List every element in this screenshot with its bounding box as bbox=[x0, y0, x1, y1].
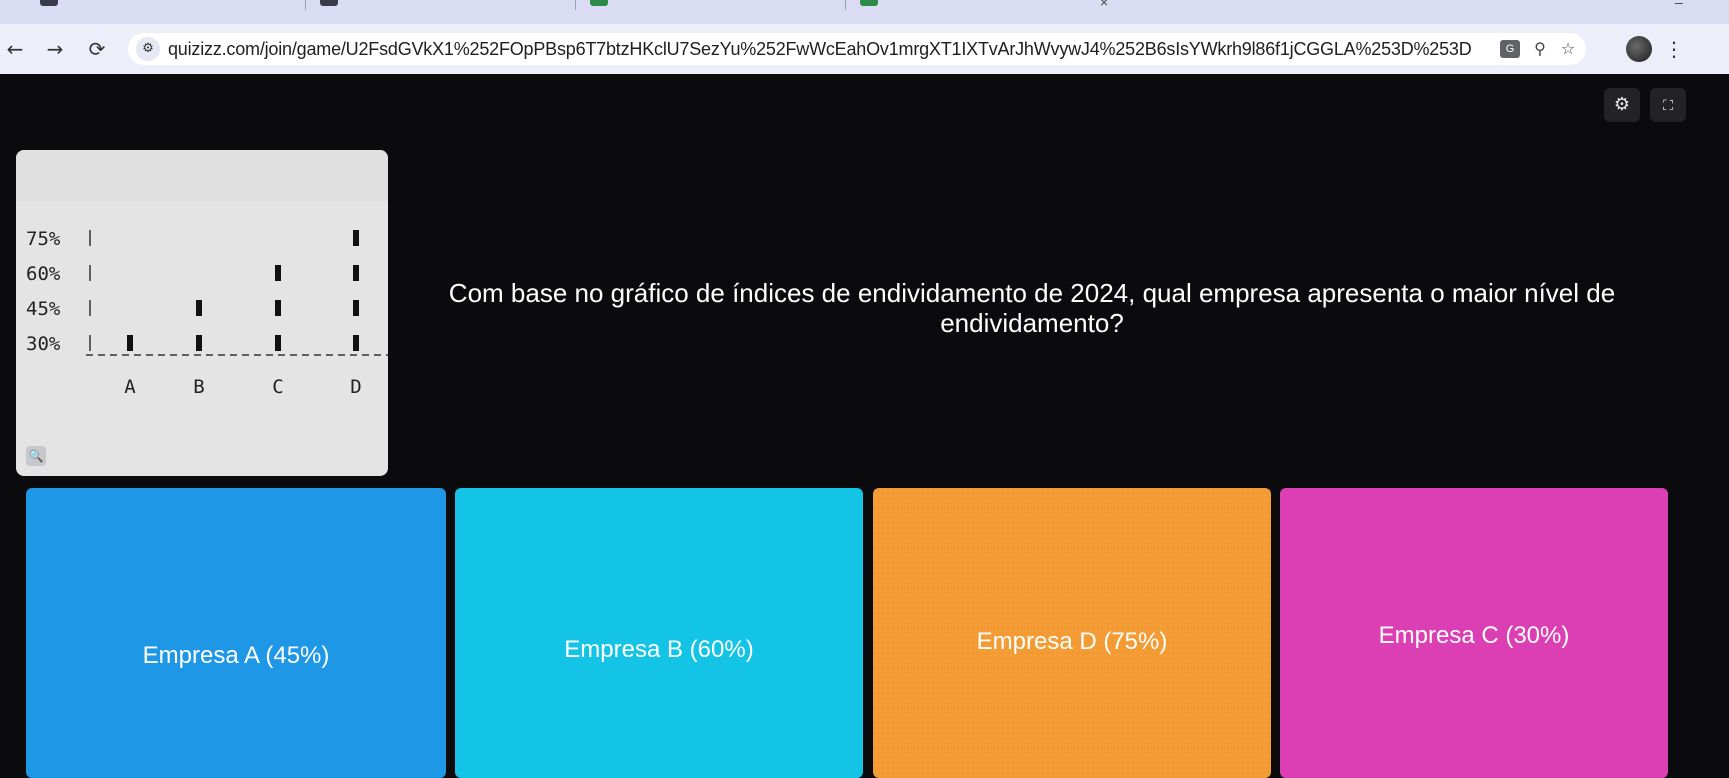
tab-close-icon[interactable]: × bbox=[1100, 0, 1108, 10]
bar-segment bbox=[353, 300, 359, 316]
browser-menu-icon[interactable]: ⋮ bbox=[1664, 36, 1684, 62]
bar-segment bbox=[275, 300, 281, 316]
address-bar[interactable]: ⚙ quizizz.com/join/game/U2FsdGVkX1%252FO… bbox=[128, 33, 1586, 65]
answer-option-b[interactable]: Empresa B (60%) bbox=[455, 488, 863, 778]
bar-segment bbox=[275, 335, 281, 351]
fullscreen-icon: ⛶ bbox=[1663, 98, 1673, 114]
tab-favicon[interactable] bbox=[320, 0, 338, 6]
answer-option-label: Empresa C (30%) bbox=[1378, 622, 1570, 649]
bar-segment bbox=[275, 265, 281, 281]
tab-separator bbox=[575, 0, 576, 10]
x-tick-label: B bbox=[193, 376, 204, 398]
profile-avatar[interactable] bbox=[1626, 36, 1652, 62]
forward-button[interactable]: → bbox=[42, 36, 68, 62]
back-button[interactable]: ← bbox=[2, 36, 28, 62]
settings-button[interactable]: ⚙ bbox=[1604, 88, 1640, 122]
debt-ratio-chart: 75% 60% 45% 30% A B C D bbox=[26, 228, 388, 398]
tab-separator bbox=[305, 0, 306, 10]
window-minimize-icon[interactable]: – bbox=[1675, 0, 1683, 10]
gear-icon: ⚙ bbox=[1613, 94, 1631, 115]
answer-option-c[interactable]: Empresa D (75%) bbox=[873, 488, 1271, 778]
tab-favicon[interactable] bbox=[860, 0, 878, 6]
question-text: Com base no gráfico de índices de endivi… bbox=[448, 278, 1616, 338]
bookmark-star-icon[interactable]: ☆ bbox=[1556, 37, 1580, 61]
answer-option-label: Empresa D (75%) bbox=[976, 628, 1168, 655]
browser-toolbar: ← → ⟳ ⚙ quizizz.com/join/game/U2FsdGVkX1… bbox=[0, 24, 1729, 74]
zoom-icon[interactable]: ⚲ bbox=[1528, 37, 1552, 61]
tab-favicon[interactable] bbox=[40, 0, 58, 6]
translate-icon[interactable]: G bbox=[1500, 40, 1520, 58]
answer-option-d[interactable]: Empresa C (30%) bbox=[1280, 488, 1668, 778]
y-tick-label: 75% bbox=[26, 228, 61, 250]
answer-option-label: Empresa A (45%) bbox=[142, 642, 330, 669]
url-text[interactable]: quizizz.com/join/game/U2FsdGVkX1%252FOpP… bbox=[168, 39, 1472, 60]
bar-segment bbox=[127, 335, 133, 351]
y-tick-label: 45% bbox=[26, 298, 61, 320]
bar-segment bbox=[196, 335, 202, 351]
answer-option-a[interactable]: Empresa A (45%) bbox=[26, 488, 446, 778]
x-tick-label: A bbox=[124, 376, 136, 398]
browser-tab-strip: × – bbox=[0, 0, 1729, 24]
bar-segment bbox=[353, 265, 359, 281]
reload-button[interactable]: ⟳ bbox=[84, 36, 110, 62]
site-info-icon[interactable]: ⚙ bbox=[136, 37, 160, 61]
x-tick-label: C bbox=[272, 376, 283, 398]
tab-separator bbox=[845, 0, 846, 10]
y-tick-label: 30% bbox=[26, 333, 61, 355]
bar-segment bbox=[353, 335, 359, 351]
question-image-card[interactable]: 75% 60% 45% 30% A B C D 🔍 bbox=[16, 150, 388, 476]
y-tick-label: 60% bbox=[26, 263, 61, 285]
fullscreen-button[interactable]: ⛶ bbox=[1650, 88, 1686, 122]
x-tick-label: D bbox=[350, 376, 361, 398]
bar-segment bbox=[196, 300, 202, 316]
tab-favicon[interactable] bbox=[590, 0, 608, 6]
answer-option-label: Empresa B (60%) bbox=[564, 636, 754, 663]
zoom-image-icon[interactable]: 🔍 bbox=[26, 446, 46, 466]
bar-segment bbox=[353, 230, 359, 246]
